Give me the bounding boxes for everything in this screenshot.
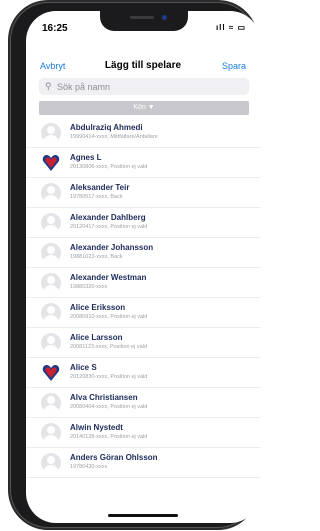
player-name: Alice S: [70, 363, 97, 372]
player-row[interactable]: Alexander Dahlberg 20120417-xxxx, Positio…: [26, 208, 260, 238]
player-info: 20120417-xxxx, Position ej vald: [70, 224, 148, 230]
navigation-bar: Avbryt Lägg till spelare Spara: [26, 41, 260, 75]
search-icon: ⚲: [45, 81, 52, 91]
player-info: 19990414-xxxx, Mittfältare/Anfallare: [70, 134, 158, 140]
player-name: Alwin Nystedt: [70, 423, 123, 432]
status-icons: ıll ≈ ▭: [215, 23, 246, 32]
player-row[interactable]: Agnes L 20130806-xxxx, Position ej vald: [26, 148, 260, 178]
player-name: Alexander Westman: [70, 273, 147, 282]
player-row[interactable]: Alexander Johansson 19881023-xxxx, Back: [26, 238, 260, 268]
player-info: 20080910-xxxx, Position ej vald: [70, 314, 148, 320]
home-indicator[interactable]: [108, 514, 178, 517]
player-row[interactable]: Alexander Westman 19880320-xxxx: [26, 268, 260, 298]
player-info: 20130806-xxxx, Position ej vald: [70, 164, 148, 170]
person-avatar-icon: [41, 453, 61, 473]
search-bar[interactable]: ⚲: [39, 78, 249, 95]
player-row[interactable]: Alice Eriksson 20080910-xxxx, Position ej…: [26, 298, 260, 328]
status-time: 16:25: [42, 23, 68, 34]
person-avatar-icon: [41, 303, 61, 323]
camera-icon: [162, 15, 167, 20]
speaker: [130, 16, 154, 19]
player-name: Alice Eriksson: [70, 303, 126, 312]
player-row[interactable]: Alva Christiansen 20080404-xxxx, Position…: [26, 388, 260, 418]
player-row[interactable]: Alice S 20120830-xxxx, Position ej vald: [26, 358, 260, 388]
save-button[interactable]: Spara: [222, 61, 246, 71]
player-name: Agnes L: [70, 153, 102, 162]
gender-filter-button[interactable]: Kön ▼: [39, 101, 249, 115]
player-info: 19780517-xxxx, Back: [70, 194, 123, 200]
person-avatar-icon: [41, 423, 61, 443]
player-info: 19780430-xxxx: [70, 464, 108, 470]
screen: 16:25 ıll ≈ ▭ Avbryt Lägg till spelare S…: [26, 11, 260, 523]
player-name: Aleksander Teir: [70, 183, 130, 192]
phone-frame: 16:25 ıll ≈ ▭ Avbryt Lägg till spelare S…: [10, 2, 260, 528]
player-name: Abdulraziq Ahmedi: [70, 123, 143, 132]
player-row[interactable]: Alwin Nystedt 20140128-xxxx, Position ej …: [26, 418, 260, 448]
player-name: Alva Christiansen: [70, 393, 138, 402]
club-crest-icon: [41, 363, 61, 383]
player-info: 19881023-xxxx, Back: [70, 254, 123, 260]
club-crest-icon: [41, 153, 61, 173]
player-name: Anders Göran Ohlsson: [70, 453, 158, 462]
person-avatar-icon: [41, 393, 61, 413]
player-list: Abdulraziq Ahmedi 19990414-xxxx, Mittfält…: [26, 118, 260, 478]
person-avatar-icon: [41, 273, 61, 293]
search-input[interactable]: [57, 79, 237, 94]
player-name: Alexander Johansson: [70, 243, 154, 252]
player-info: 19880320-xxxx: [70, 284, 108, 290]
person-avatar-icon: [41, 213, 61, 233]
person-avatar-icon: [41, 333, 61, 353]
player-info: 20080404-xxxx, Position ej vald: [70, 404, 148, 410]
person-avatar-icon: [41, 183, 61, 203]
player-info: 20140128-xxxx, Position ej vald: [70, 434, 148, 440]
player-row[interactable]: Abdulraziq Ahmedi 19990414-xxxx, Mittfält…: [26, 118, 260, 148]
person-avatar-icon: [41, 123, 61, 143]
player-row[interactable]: Anders Göran Ohlsson 19780430-xxxx: [26, 448, 260, 478]
player-row[interactable]: Alice Larsson 20081123-xxxx, Position ej …: [26, 328, 260, 358]
player-info: 20081123-xxxx, Position ej vald: [70, 344, 147, 350]
notch: [100, 11, 188, 31]
player-row[interactable]: Aleksander Teir 19780517-xxxx, Back: [26, 178, 260, 208]
player-info: 20120830-xxxx, Position ej vald: [70, 374, 148, 380]
person-avatar-icon: [41, 243, 61, 263]
player-name: Alice Larsson: [70, 333, 123, 342]
player-name: Alexander Dahlberg: [70, 213, 146, 222]
